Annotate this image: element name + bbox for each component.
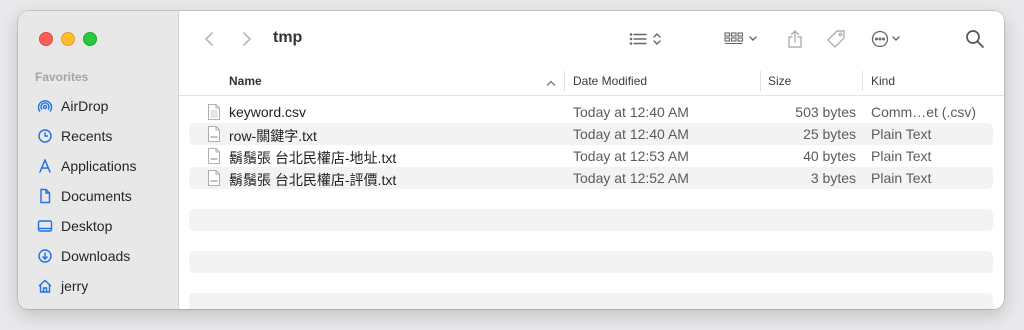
file-name: 鬍鬚張 台北民權店-評價.txt [229, 172, 397, 188]
home-icon [38, 279, 52, 293]
tag-icon [827, 30, 845, 48]
sort-chevron-icon[interactable] [546, 76, 556, 90]
column-divider[interactable] [760, 71, 761, 91]
grid-icon [724, 32, 757, 45]
back-button[interactable] [201, 27, 217, 51]
airdrop-icon [37, 100, 53, 112]
column-header: Name Date Modified Size Kind [179, 67, 1004, 96]
sidebar-item-label: Recents [61, 128, 113, 144]
download-icon [38, 249, 52, 263]
toolbar: tmp [179, 11, 1004, 68]
desktop-icon [37, 220, 53, 232]
sidebar-item-label: Desktop [61, 218, 113, 234]
sidebar-item-airdrop[interactable]: AirDrop [18, 91, 178, 121]
text-file-icon [208, 170, 220, 186]
empty-row [189, 251, 993, 273]
search-button[interactable] [963, 27, 987, 51]
file-date: Today at 12:52 AM [573, 170, 689, 186]
more-icon [871, 30, 900, 48]
table-row[interactable]: 鬍鬚張 台北民權店-地址.txt Today at 12:53 AM 40 by… [189, 145, 993, 167]
sidebar-item-downloads[interactable]: Downloads [18, 241, 178, 271]
sidebar-item-label: Applications [61, 158, 137, 174]
sidebar-item-recents[interactable]: Recents [18, 121, 178, 151]
file-kind: Plain Text [871, 148, 932, 164]
view-options-button[interactable] [629, 27, 669, 51]
column-name[interactable]: Name [229, 74, 262, 88]
file-list: keyword.csv Today at 12:40 AM 503 bytes … [189, 101, 993, 309]
sidebar-item-desktop[interactable]: Desktop [18, 211, 178, 241]
sidebar-item-label: Documents [61, 188, 132, 204]
column-size[interactable]: Size [768, 74, 791, 88]
applications-icon [39, 159, 51, 173]
text-file-icon [208, 148, 220, 164]
csv-file-icon [208, 104, 220, 120]
file-date: Today at 12:53 AM [573, 148, 689, 164]
sidebar-item-home[interactable]: jerry [18, 271, 178, 301]
sidebar-item-applications[interactable]: Applications [18, 151, 178, 181]
window-controls [39, 32, 97, 46]
file-kind: Plain Text [871, 170, 932, 186]
chevron-right-icon [243, 32, 252, 46]
file-name: 鬍鬚張 台北民權店-地址.txt [229, 150, 397, 166]
sidebar: Favorites AirDrop Recents Applications D… [18, 11, 179, 309]
column-divider[interactable] [862, 71, 863, 91]
file-name: keyword.csv [229, 104, 307, 120]
file-size: 503 bytes [795, 104, 856, 120]
file-kind: Plain Text [871, 126, 932, 142]
minimize-button[interactable] [61, 32, 75, 46]
group-by-button[interactable] [724, 27, 764, 51]
more-actions-button[interactable] [871, 27, 911, 51]
share-button[interactable] [785, 27, 805, 51]
file-name: row-關鍵字.txt [229, 128, 317, 144]
file-date: Today at 12:40 AM [573, 104, 689, 120]
column-kind[interactable]: Kind [871, 74, 895, 88]
column-divider[interactable] [564, 71, 565, 91]
close-button[interactable] [39, 32, 53, 46]
sidebar-section-favorites: Favorites [35, 70, 89, 84]
table-row[interactable]: 鬍鬚張 台北民權店-評價.txt Today at 12:52 AM 3 byt… [189, 167, 993, 189]
clock-icon [38, 129, 52, 143]
tags-button[interactable] [825, 27, 849, 51]
zoom-button[interactable] [83, 32, 97, 46]
file-size: 3 bytes [810, 170, 856, 186]
sidebar-list: AirDrop Recents Applications Documents D… [18, 91, 178, 301]
share-icon [788, 30, 802, 48]
list-view-icon [629, 33, 661, 45]
column-date-modified[interactable]: Date Modified [573, 74, 647, 88]
text-file-icon [208, 126, 220, 142]
document-icon [40, 188, 51, 204]
empty-row [189, 293, 993, 309]
folder-title: tmp [273, 29, 303, 46]
file-date: Today at 12:40 AM [573, 126, 689, 142]
table-row[interactable]: row-關鍵字.txt Today at 12:40 AM 25 bytes P… [189, 123, 993, 145]
sidebar-item-label: AirDrop [61, 98, 109, 114]
chevron-left-icon [204, 32, 213, 46]
finder-window: Favorites AirDrop Recents Applications D… [18, 11, 1004, 309]
file-size: 25 bytes [803, 126, 856, 142]
table-row[interactable]: keyword.csv Today at 12:40 AM 503 bytes … [189, 101, 993, 123]
sidebar-item-label: jerry [61, 278, 89, 294]
forward-button[interactable] [239, 27, 255, 51]
file-size: 40 bytes [803, 148, 856, 164]
search-icon [966, 30, 984, 48]
empty-row [189, 209, 993, 231]
file-kind: Comm…et (.csv) [871, 104, 976, 120]
sidebar-item-label: Downloads [61, 248, 131, 264]
sidebar-item-documents[interactable]: Documents [18, 181, 178, 211]
